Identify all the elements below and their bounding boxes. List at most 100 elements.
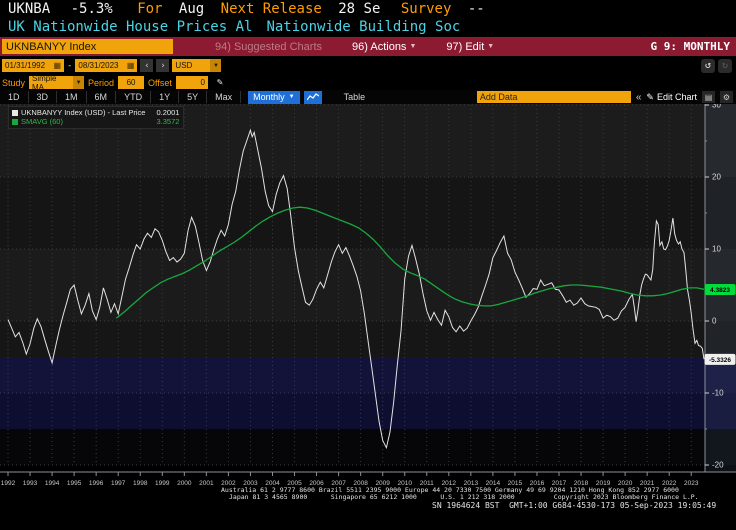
edit-chart-button[interactable]: ✎ Edit Chart	[646, 92, 697, 103]
suggested-charts-button[interactable]: 94) Suggested Charts	[215, 41, 322, 53]
security-description: UK Nationwide House Prices Al	[8, 19, 253, 35]
footer-phones-line2: Japan 81 3 4565 8900 Singapore 65 6212 1…	[229, 493, 699, 501]
period-tabs-row: 1D 3D 1M 6M YTD 1Y 5Y Max Monthly ▼ Table Add D…	[0, 90, 736, 105]
study-label: Study	[2, 77, 26, 88]
legend-label: SMAVG (60)	[21, 117, 63, 126]
last-price-axis-tag: -5.3326	[704, 353, 736, 365]
actions-menu[interactable]: 96) Actions ▼	[352, 41, 416, 53]
svg-text:2023: 2023	[684, 480, 699, 487]
white-swatch-icon	[12, 109, 18, 116]
svg-text:1995: 1995	[67, 480, 82, 487]
caret-down-icon: ▼	[409, 43, 417, 50]
security-header: UKNBA -5.3% For Aug Next Release 28 Se S…	[0, 0, 736, 36]
notes-icon[interactable]: ▤	[702, 91, 715, 103]
svg-text:2000: 2000	[177, 480, 192, 487]
security-description-line: UK Nationwide House Prices Al Nationwide…	[8, 18, 736, 36]
period-label: Period	[88, 77, 115, 88]
change-value: -5.3%	[70, 1, 113, 17]
pencil-icon: ✎	[646, 91, 654, 102]
collapse-panel-icon[interactable]: «	[636, 92, 642, 103]
legend-item-smavg[interactable]: SMAVG (60) 3.3572	[12, 117, 179, 126]
range-toolbar: 01/31/1992 ▦ - 08/31/2023 ▦ ‹ › USD ▼ ↺ …	[0, 56, 736, 75]
green-swatch-icon	[12, 118, 18, 125]
svg-text:-20: -20	[712, 461, 724, 470]
svg-text:30: 30	[712, 104, 721, 110]
ticker: UKNBA	[8, 1, 51, 17]
line-chart-icon	[306, 93, 319, 101]
add-data-input[interactable]: Add Data	[476, 91, 631, 103]
study-toolbar: Study Simple MA ▼ Period 60 Offset 0 ✎	[0, 73, 736, 92]
pencil-icon[interactable]: ✎	[217, 77, 223, 88]
tab-5y[interactable]: 5Y	[179, 91, 208, 103]
tab-ytd[interactable]: YTD	[116, 91, 152, 103]
chevron-right-icon[interactable]: ›	[156, 59, 170, 72]
chevron-left-icon[interactable]: ‹	[140, 59, 154, 72]
tab-1m[interactable]: 1M	[57, 91, 87, 103]
svg-text:1996: 1996	[89, 480, 104, 487]
currency-value: USD	[175, 61, 193, 70]
tab-1d[interactable]: 1D	[0, 91, 29, 103]
for-label: For	[137, 1, 163, 17]
svg-text:0: 0	[712, 317, 717, 326]
end-date-value: 08/31/2023	[78, 61, 119, 70]
chart-band	[0, 429, 736, 465]
frequency-dropdown[interactable]: Monthly ▼	[248, 90, 300, 104]
tab-table[interactable]: Table	[336, 91, 374, 103]
tab-max[interactable]: Max	[207, 91, 242, 103]
svg-text:2001: 2001	[199, 480, 214, 487]
caret-down-icon: ▼	[487, 43, 495, 50]
svg-text:1993: 1993	[23, 480, 38, 487]
date-range-separator: -	[67, 60, 73, 71]
security-description-2: Nationwide Building Soc	[266, 19, 461, 35]
svg-text:4.3823: 4.3823	[710, 287, 730, 294]
redo-icon[interactable]: ↻	[718, 58, 732, 73]
for-value: Aug	[178, 1, 205, 17]
svg-text:1994: 1994	[45, 480, 60, 487]
calendar-icon[interactable]: ▦	[127, 61, 135, 70]
start-date-field[interactable]: 01/31/1992 ▦	[2, 59, 64, 72]
legend-item-price[interactable]: UKNBANYY Index (USD) - Last Price 0.2001	[12, 108, 179, 117]
calendar-icon[interactable]: ▦	[53, 61, 61, 70]
terminal-footer: Australia 61 2 9777 8600 Brazil 5511 239…	[0, 487, 736, 511]
end-date-field[interactable]: 08/31/2023 ▦	[75, 59, 138, 72]
svg-text:-10: -10	[712, 389, 724, 398]
survey-value: --	[467, 1, 485, 17]
chart-area[interactable]: 30 20 10 0 -10 -20 1992 1993 1994 1995 1996 1997 199…	[0, 104, 736, 500]
smavg-axis-tag: 4.3823	[704, 283, 736, 295]
chart-type-button[interactable]	[303, 90, 322, 104]
offset-input[interactable]: 0	[175, 76, 208, 89]
chart-band	[0, 465, 736, 472]
chart-band	[0, 357, 736, 393]
dropdown-arrow-icon: ▼	[210, 59, 222, 72]
price-chart[interactable]: 3020100-10-201992 1993 1994 1995 1996 1997 199…	[0, 104, 736, 500]
footer-session-line: SN 1964624 BST GMT+1:00 G684-4530-173 05…	[432, 501, 717, 510]
study-value: Simple MA	[32, 73, 57, 92]
tab-3d[interactable]: 3D	[29, 91, 58, 103]
survey-label: Survey	[400, 1, 452, 17]
svg-text:1999: 1999	[155, 480, 170, 487]
period-tabs: 1D 3D 1M 6M YTD 1Y 5Y Max	[0, 91, 242, 103]
caret-down-icon: ▼	[288, 94, 295, 100]
actions-label: 96) Actions	[352, 40, 407, 53]
undo-icon[interactable]: ↺	[701, 58, 715, 73]
ticker-input[interactable]: UKNBANYY Index	[2, 39, 173, 54]
tab-6m[interactable]: 6M	[87, 91, 117, 103]
gear-icon[interactable]: ⚙	[720, 91, 733, 103]
tab-1y[interactable]: 1Y	[151, 91, 180, 103]
period-input[interactable]: 60	[118, 76, 145, 89]
start-date-value: 01/31/1992	[5, 61, 46, 70]
legend-value: 0.2001	[156, 108, 180, 117]
offset-label: Offset	[148, 77, 172, 88]
edit-menu[interactable]: 97) Edit ▼	[446, 41, 494, 53]
edit-label: 97) Edit	[446, 40, 485, 53]
legend-label: UKNBANYY Index (USD) - Last Price	[21, 108, 146, 117]
currency-dropdown[interactable]: USD ▼	[172, 59, 222, 72]
undo-redo-group: ↺ ↻	[701, 58, 732, 73]
bloomberg-terminal-screen: UKNBA -5.3% For Aug Next Release 28 Se S…	[0, 0, 736, 530]
study-dropdown[interactable]: Simple MA ▼	[29, 73, 85, 92]
chart-legend: UKNBANYY Index (USD) - Last Price 0.2001…	[8, 106, 185, 129]
chart-band	[0, 393, 736, 429]
svg-text:1997: 1997	[111, 480, 126, 487]
legend-value: 3.3572	[156, 117, 180, 126]
chart-tools: Add Data « ✎ Edit Chart ▤ ⚙	[476, 91, 733, 103]
